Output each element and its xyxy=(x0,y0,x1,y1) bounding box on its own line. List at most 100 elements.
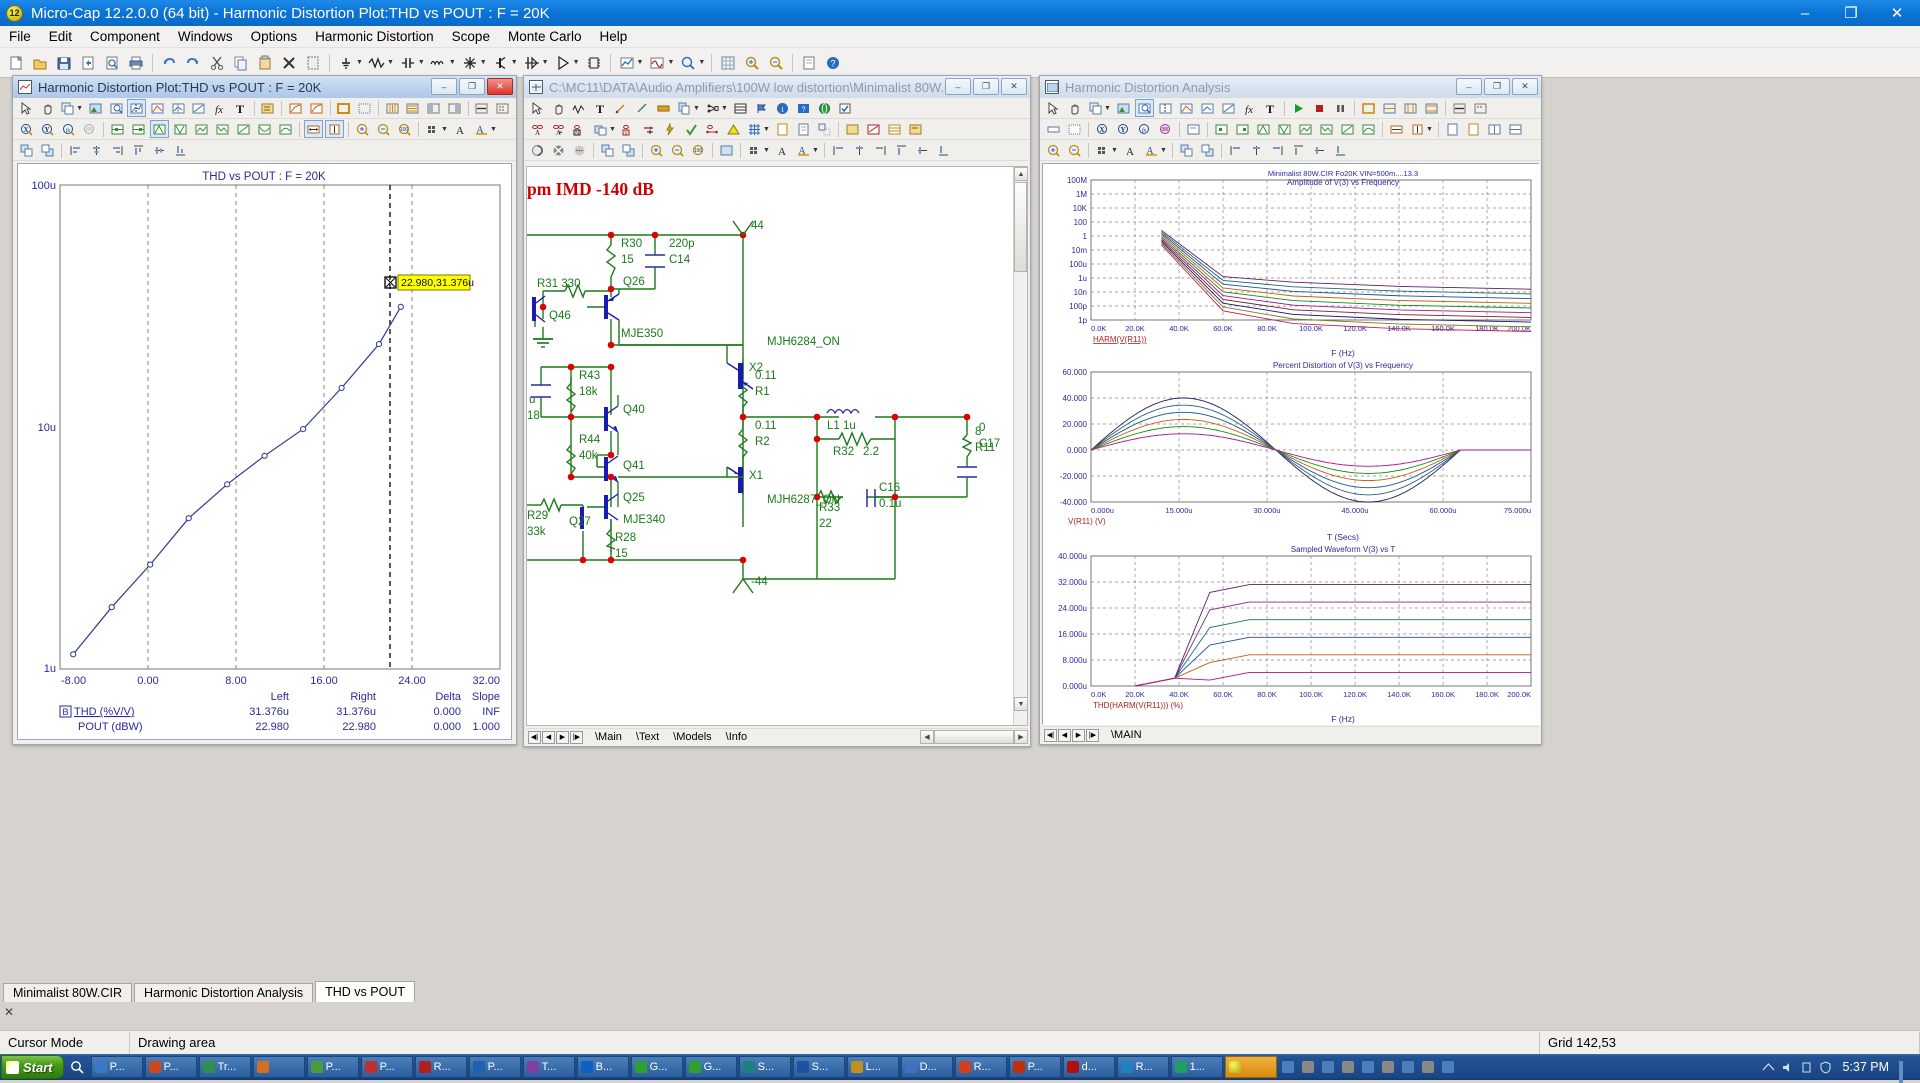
ground-dropdown-icon[interactable]: ▼ xyxy=(356,59,363,66)
analysis-text-icon[interactable]: T xyxy=(1261,99,1280,117)
waveform-icon[interactable] xyxy=(646,52,668,74)
analysis-low-cursor-icon[interactable] xyxy=(1317,120,1336,138)
zoom-in-icon[interactable] xyxy=(741,52,763,74)
analysis-grid2-icon[interactable] xyxy=(1380,99,1399,117)
select-arrow-icon[interactable] xyxy=(17,99,36,117)
analysis-tab-prev-icon[interactable]: ◀ xyxy=(1058,729,1071,742)
dotted-grid-icon[interactable] xyxy=(493,99,512,117)
next-point-icon[interactable] xyxy=(169,99,188,117)
analysis-alignbot-icon[interactable] xyxy=(1331,141,1350,159)
analysis-global-cursor-icon[interactable] xyxy=(1359,120,1378,138)
taskbar-item-15[interactable]: D... xyxy=(901,1056,953,1078)
source-dropdown-icon[interactable]: ▼ xyxy=(480,59,487,66)
bus-icon[interactable] xyxy=(654,99,673,117)
tab-scroll-right-end-icon[interactable]: |▶ xyxy=(570,731,583,744)
valley-cursor-icon[interactable] xyxy=(171,120,190,138)
analysis-right-cursor-icon[interactable] xyxy=(1233,120,1252,138)
cursor-mode-icon[interactable] xyxy=(127,99,146,117)
close-row-icon[interactable]: ✕ xyxy=(4,1005,14,1019)
align-center-icon[interactable] xyxy=(87,141,106,159)
analysis-stop-icon[interactable] xyxy=(1310,99,1329,117)
align-bottom-icon[interactable] xyxy=(171,141,190,159)
schematic-hscroll-left-icon[interactable]: ◀ xyxy=(920,730,934,744)
analysis-single-pane-icon[interactable] xyxy=(1044,120,1063,138)
analysis-next-icon[interactable] xyxy=(1198,99,1217,117)
taskbar-extra-icon-7[interactable] xyxy=(1419,1056,1437,1078)
analysis-slope-icon[interactable] xyxy=(1219,99,1238,117)
schematic-window[interactable]: C:\MC11\DATA\Audio Amplifiers\100W low d… xyxy=(523,75,1031,747)
analysis-vtag-icon[interactable] xyxy=(1408,120,1427,138)
thd-plot-svg[interactable]: THD vs POUT : F = 20K 100u 10u 1u -8.000… xyxy=(18,164,511,736)
rotate-icon[interactable] xyxy=(528,141,547,159)
taskbar-item-5[interactable]: P... xyxy=(361,1056,413,1078)
schematic-tab-main[interactable]: \Main xyxy=(588,731,629,743)
send-back-icon[interactable] xyxy=(38,141,57,159)
analysis-close-button[interactable]: ✕ xyxy=(1512,78,1538,95)
align-middle-icon[interactable] xyxy=(150,141,169,159)
taskbar-item-6[interactable]: R... xyxy=(415,1056,467,1078)
schematic-zoom-out-icon[interactable] xyxy=(668,141,687,159)
arrange-icon[interactable] xyxy=(815,120,834,138)
copy-icon[interactable] xyxy=(230,52,252,74)
schematic-tab-models[interactable]: \Models xyxy=(666,731,719,743)
taskbar-item-17[interactable]: P... xyxy=(1009,1056,1061,1078)
harmonic-distortion-plot-window[interactable]: Harmonic Distortion Plot:THD vs POUT : F… xyxy=(12,75,517,745)
undo-icon[interactable] xyxy=(158,52,180,74)
text-tool-icon[interactable]: T xyxy=(231,99,250,117)
waveform-dropdown-icon[interactable]: ▼ xyxy=(667,59,674,66)
schematic-select-icon[interactable] xyxy=(528,99,547,117)
resistor-dropdown-icon[interactable]: ▼ xyxy=(387,59,394,66)
analysis-inflect-cursor-icon[interactable] xyxy=(1338,120,1357,138)
schematic-align-left-icon[interactable] xyxy=(829,141,848,159)
analysis-hline-icon[interactable] xyxy=(1450,99,1469,117)
warning-icon[interactable] xyxy=(724,120,743,138)
schematic-align-top-icon[interactable] xyxy=(892,141,911,159)
left-bars-icon[interactable] xyxy=(424,99,443,117)
legend-name[interactable]: THD (%V/V) xyxy=(74,706,135,718)
analysis-htag-icon[interactable] xyxy=(1387,120,1406,138)
horizontal-bars-icon[interactable] xyxy=(404,99,423,117)
taskbar-item-1[interactable]: P... xyxy=(145,1056,197,1078)
capacitor-component-icon[interactable] xyxy=(397,52,419,74)
taskbar-item-3[interactable] xyxy=(253,1056,305,1078)
scale-mode-icon[interactable] xyxy=(58,99,77,117)
taskbar-item-20[interactable]: 1... xyxy=(1171,1056,1223,1078)
analysis-run-icon[interactable] xyxy=(616,52,638,74)
help-topic-icon[interactable]: ? xyxy=(794,99,813,117)
taskbar-extra-icon-8[interactable] xyxy=(1439,1056,1457,1078)
analysis-zoomout2-icon[interactable] xyxy=(1065,141,1084,159)
analysis-pan-icon[interactable] xyxy=(1065,99,1084,117)
power-icon[interactable] xyxy=(661,120,680,138)
layers-dropdown-icon[interactable]: ▼ xyxy=(609,126,616,133)
opamp-component-icon[interactable] xyxy=(552,52,574,74)
taskbar-item-12[interactable]: S... xyxy=(739,1056,791,1078)
thd-plot-canvas[interactable]: THD vs POUT : F = 20K 100u 10u 1u -8.000… xyxy=(17,163,512,740)
analysis-gridsize-icon[interactable] xyxy=(1093,141,1112,159)
analysis-tag-dropdown-icon[interactable]: ▼ xyxy=(1426,126,1433,133)
schematic-text-icon[interactable]: T xyxy=(591,99,610,117)
menu-item-windows[interactable]: Windows xyxy=(169,27,242,46)
diode-component-icon[interactable] xyxy=(521,52,543,74)
analysis-scale-dropdown-icon[interactable]: ▼ xyxy=(1104,105,1111,112)
table-icon[interactable] xyxy=(731,99,750,117)
ground-component-icon[interactable] xyxy=(335,52,357,74)
analysis-plots-canvas[interactable]: Minimalist 80W.CIR Fo20K VIN=500m....13.… xyxy=(1042,163,1539,724)
probe-icon[interactable] xyxy=(677,52,699,74)
show-desktop-icon[interactable] xyxy=(1899,1061,1912,1074)
info-icon[interactable]: i xyxy=(773,99,792,117)
bottom-cursor-icon[interactable] xyxy=(255,120,274,138)
print-icon[interactable] xyxy=(125,52,147,74)
fx-zoom-icon[interactable]: fx xyxy=(59,120,78,138)
tray-shield-icon[interactable] xyxy=(1819,1061,1832,1074)
schematic-vscroll-thumb[interactable] xyxy=(1014,182,1027,272)
analysis-peak-cursor-icon[interactable] xyxy=(1254,120,1273,138)
taskbar-item-14[interactable]: L... xyxy=(847,1056,899,1078)
refresh-icon[interactable] xyxy=(77,52,99,74)
align-right-icon[interactable] xyxy=(108,141,127,159)
schematic-layers-icon[interactable] xyxy=(591,120,610,138)
schematic-hscroll-right-icon[interactable]: ▶ xyxy=(1014,730,1028,744)
pan-hand-icon[interactable] xyxy=(38,99,57,117)
taskbar-item-microcap[interactable] xyxy=(1225,1056,1277,1078)
analysis-fontcolor-icon[interactable]: A xyxy=(1142,141,1161,159)
schematic-copy-dropdown-icon[interactable]: ▼ xyxy=(693,105,700,112)
